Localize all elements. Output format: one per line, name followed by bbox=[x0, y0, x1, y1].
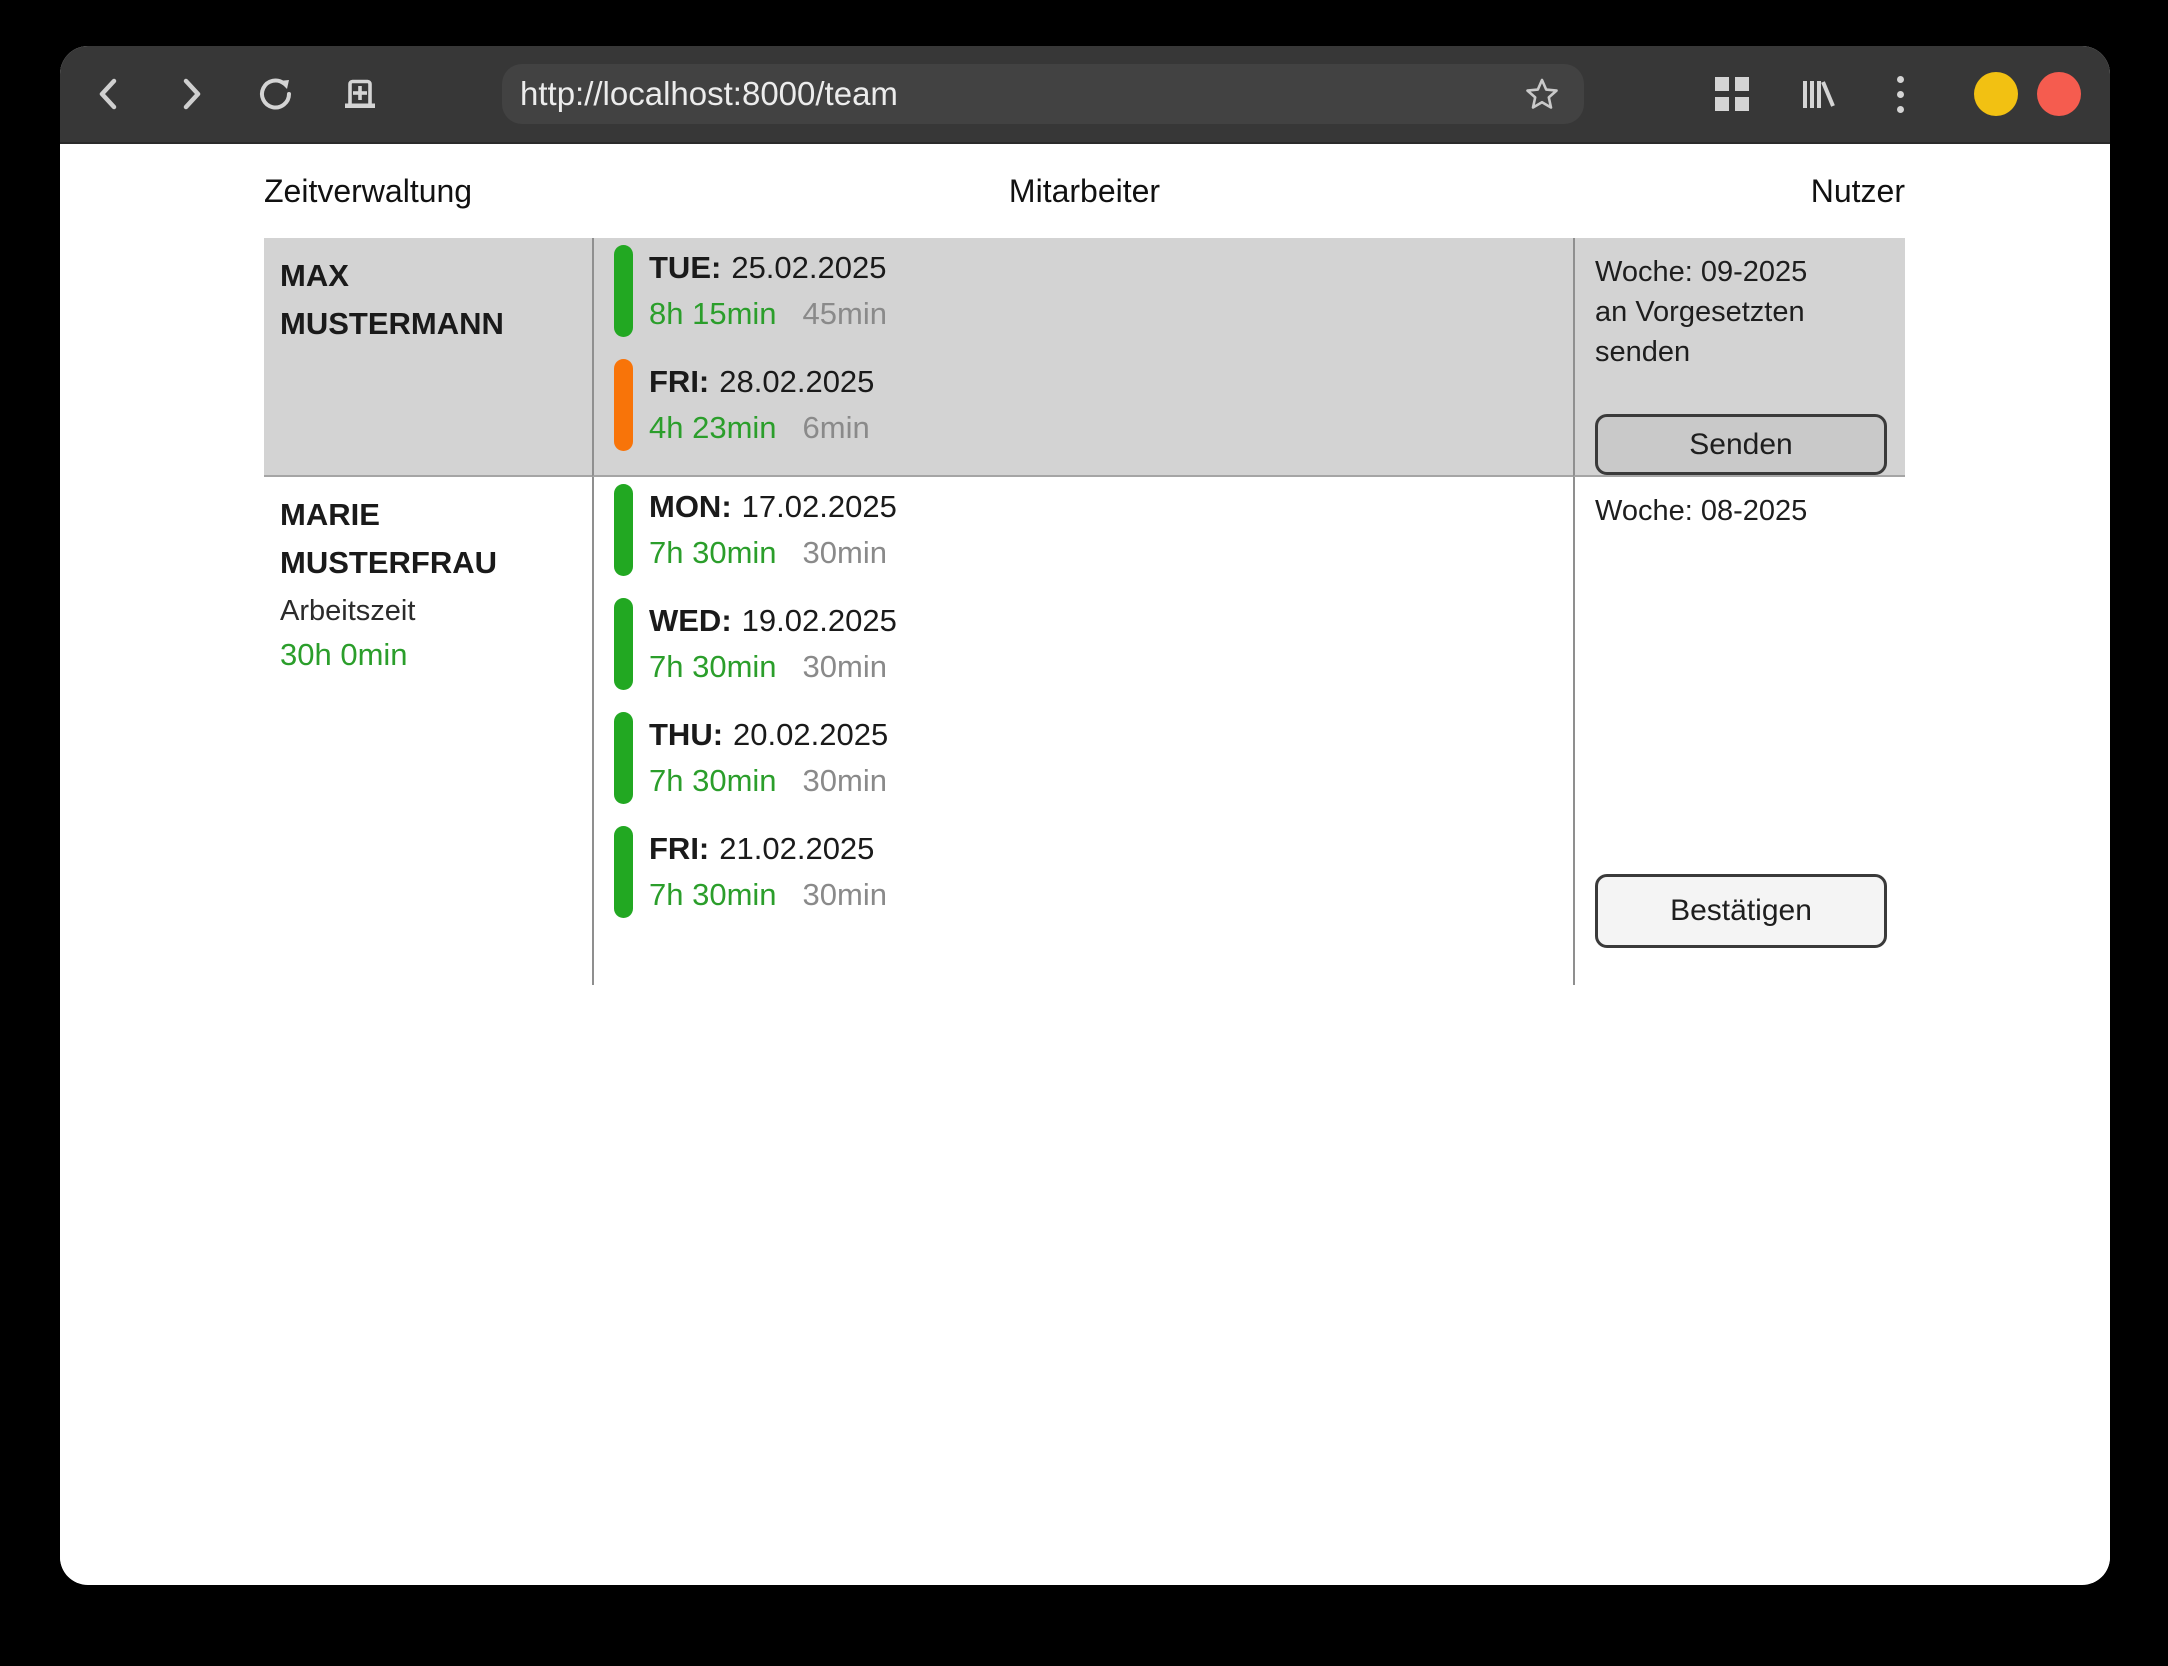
senden-button[interactable]: Senden bbox=[1595, 414, 1887, 475]
nav-item-nutzer[interactable]: Nutzer bbox=[1811, 173, 1905, 210]
kebab-menu-icon bbox=[1897, 76, 1904, 113]
entry-day-label: WED: bbox=[649, 603, 732, 638]
week-info: Woche: 08-2025 bbox=[1595, 491, 1887, 531]
entry-day-label: FRI: bbox=[649, 364, 709, 399]
entry-day-label: FRI: bbox=[649, 831, 709, 866]
time-entry: FRI: 28.02.2025 4h 23min 6min bbox=[614, 359, 1573, 451]
week-label: Woche: 09-2025 bbox=[1595, 252, 1887, 292]
nav-item-zeitverwaltung[interactable]: Zeitverwaltung bbox=[264, 173, 472, 210]
week-action-cell: Woche: 08-2025 Bestätigen bbox=[1573, 477, 1905, 985]
bookmark-button[interactable] bbox=[1520, 72, 1564, 116]
page-content: Zeitverwaltung Mitarbeiter Nutzer MAX MU… bbox=[60, 144, 2110, 1583]
time-entries-cell: TUE: 25.02.2025 8h 15min 45min FRI: 28.02.2… bbox=[592, 238, 1573, 477]
time-entry: TUE: 25.02.2025 8h 15min 45min bbox=[614, 245, 1573, 337]
entry-date: 21.02.2025 bbox=[719, 831, 874, 866]
entry-day-label: TUE: bbox=[649, 250, 721, 285]
week-label: Woche: 08-2025 bbox=[1595, 491, 1887, 531]
week-hint: senden bbox=[1595, 332, 1887, 372]
chevron-left-icon bbox=[95, 76, 121, 112]
team-table: MAX MUSTERMANN TUE: 25.02.2025 8h 15min 45… bbox=[264, 238, 1905, 985]
entry-break-time: 30min bbox=[803, 877, 887, 912]
entry-break-time: 30min bbox=[803, 649, 887, 684]
entry-status-bar bbox=[614, 359, 633, 451]
entry-status-bar bbox=[614, 826, 633, 918]
entry-break-time: 30min bbox=[803, 535, 887, 570]
entry-date: 20.02.2025 bbox=[733, 717, 888, 752]
time-entry: FRI: 21.02.2025 7h 30min 30min bbox=[614, 826, 1573, 918]
menu-button[interactable] bbox=[1878, 72, 1922, 116]
entry-date: 19.02.2025 bbox=[742, 603, 897, 638]
entry-day-label: THU: bbox=[649, 717, 723, 752]
bookmark-star-icon bbox=[1523, 75, 1561, 113]
member-name: MARIE MUSTERFRAU bbox=[280, 491, 582, 587]
entry-status-bar bbox=[614, 598, 633, 690]
week-hint: an Vorgesetzten bbox=[1595, 292, 1887, 332]
entry-work-time: 7h 30min bbox=[649, 535, 777, 570]
entry-work-time: 7h 30min bbox=[649, 877, 777, 912]
reload-icon bbox=[256, 74, 296, 114]
entry-break-time: 6min bbox=[803, 410, 870, 445]
library-icon bbox=[1796, 74, 1836, 114]
worktime-label: Arbeitszeit bbox=[280, 589, 582, 633]
member-name: MAX MUSTERMANN bbox=[280, 252, 582, 348]
toolbar-right-icons bbox=[1710, 72, 2081, 116]
url-input[interactable]: http://localhost:8000/team bbox=[502, 75, 1584, 113]
browser-window: http://localhost:8000/team bbox=[60, 46, 2110, 1585]
entry-status-bar bbox=[614, 712, 633, 804]
worktime-value: 30h 0min bbox=[280, 633, 582, 677]
entry-date: 17.02.2025 bbox=[742, 489, 897, 524]
entry-work-time: 7h 30min bbox=[649, 763, 777, 798]
entry-break-time: 45min bbox=[803, 296, 887, 331]
reload-button[interactable] bbox=[254, 72, 298, 116]
member-name-cell: MARIE MUSTERFRAU Arbeitszeit 30h 0min bbox=[264, 477, 592, 985]
back-button[interactable] bbox=[86, 72, 130, 116]
entry-work-time: 8h 15min bbox=[649, 296, 777, 331]
browser-toolbar: http://localhost:8000/team bbox=[60, 46, 2110, 144]
grid-icon bbox=[1715, 77, 1749, 111]
top-navigation: Zeitverwaltung Mitarbeiter Nutzer bbox=[264, 144, 1905, 238]
tabs-overview-button[interactable] bbox=[1710, 72, 1754, 116]
entry-break-time: 30min bbox=[803, 763, 887, 798]
entry-date: 28.02.2025 bbox=[719, 364, 874, 399]
entry-date: 25.02.2025 bbox=[731, 250, 886, 285]
new-tab-button[interactable] bbox=[338, 72, 382, 116]
new-tab-icon bbox=[340, 74, 380, 114]
entry-status-bar bbox=[614, 245, 633, 337]
nav-item-mitarbeiter[interactable]: Mitarbeiter bbox=[1009, 173, 1160, 210]
minimize-button[interactable] bbox=[1974, 72, 2018, 116]
time-entry: WED: 19.02.2025 7h 30min 30min bbox=[614, 598, 1573, 690]
week-info: Woche: 09-2025 an Vorgesetzten senden bbox=[1595, 252, 1887, 372]
time-entry: THU: 20.02.2025 7h 30min 30min bbox=[614, 712, 1573, 804]
close-button[interactable] bbox=[2037, 72, 2081, 116]
url-bar[interactable]: http://localhost:8000/team bbox=[502, 64, 1584, 124]
chevron-right-icon bbox=[179, 76, 205, 112]
entry-work-time: 7h 30min bbox=[649, 649, 777, 684]
bestaetigen-button[interactable]: Bestätigen bbox=[1595, 874, 1887, 948]
time-entries-cell: MON: 17.02.2025 7h 30min 30min WED: 19.02.2… bbox=[592, 477, 1573, 985]
week-action-cell: Woche: 09-2025 an Vorgesetzten senden Se… bbox=[1573, 238, 1905, 477]
forward-button[interactable] bbox=[170, 72, 214, 116]
time-entry: MON: 17.02.2025 7h 30min 30min bbox=[614, 484, 1573, 576]
entry-status-bar bbox=[614, 484, 633, 576]
library-button[interactable] bbox=[1794, 72, 1838, 116]
member-name-cell: MAX MUSTERMANN bbox=[264, 238, 592, 477]
entry-day-label: MON: bbox=[649, 489, 732, 524]
entry-work-time: 4h 23min bbox=[649, 410, 777, 445]
